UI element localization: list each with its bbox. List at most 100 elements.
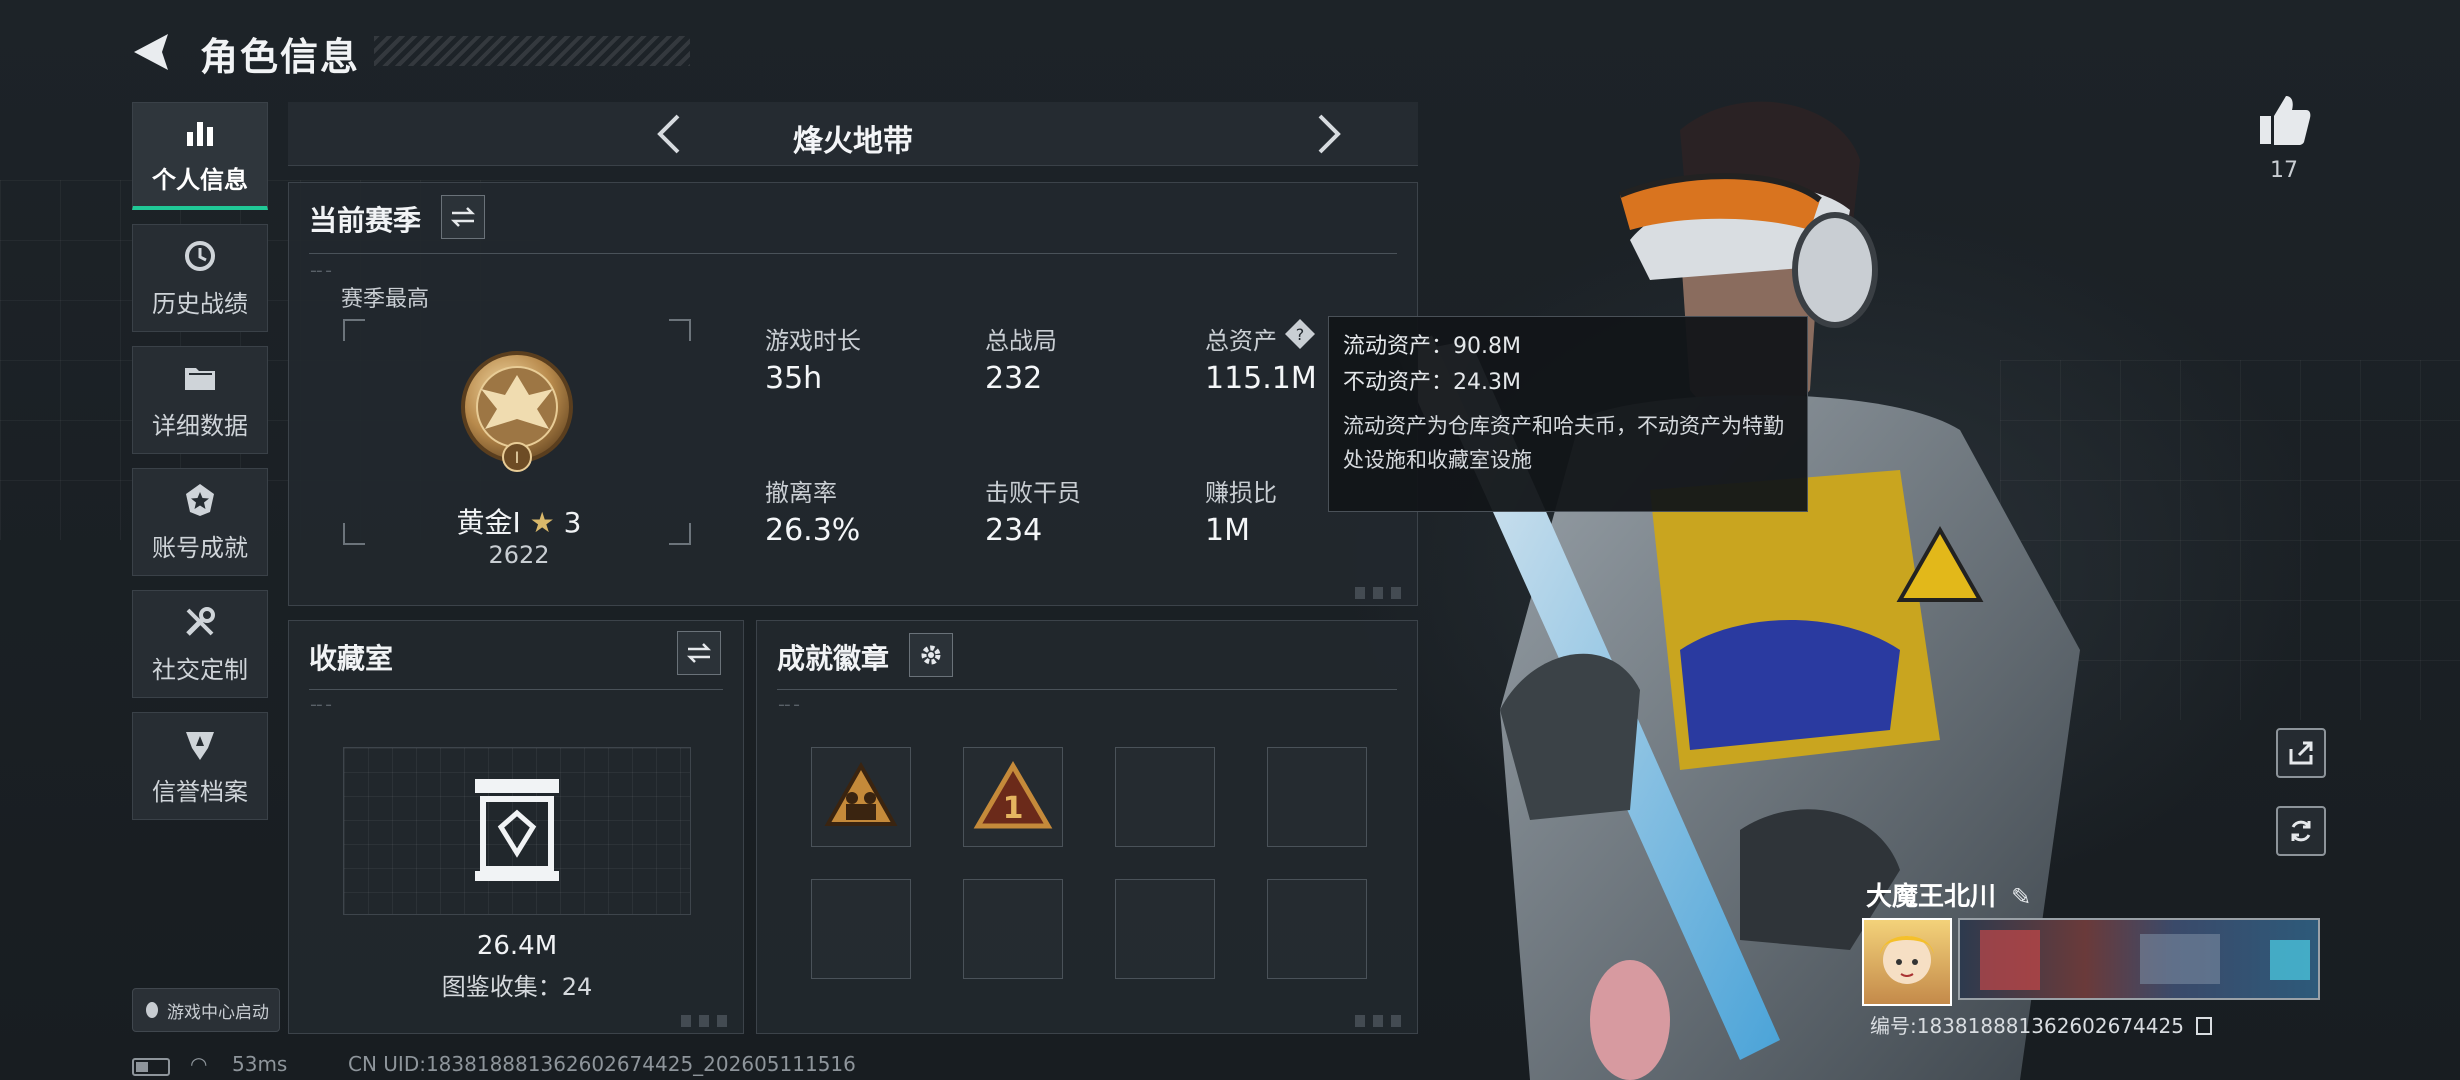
sidebar-item-label: 详细数据 [152,411,248,440]
badge-slot-empty[interactable] [1267,747,1367,847]
sidebar-item-label: 历史战绩 [152,289,248,318]
uid-text: CN UID:18381888136260267442​5_2026051115… [348,1052,856,1076]
stat-label: 总战局 [985,327,1057,355]
badge-slot[interactable] [811,747,911,847]
collection-panel-title: 收藏室 [309,642,394,675]
season-switch-button[interactable] [441,195,485,239]
thumbs-up-icon[interactable] [2256,92,2312,148]
sidebar-item-detailed-data[interactable]: 详细数据 [132,346,268,454]
stat-label: 总资产 [1205,327,1277,355]
divider [309,689,723,690]
star-icon: ★ [529,506,555,539]
qq-penguin-icon [146,1002,158,1018]
corner-decoration [681,1015,735,1027]
stat-value: 234 [985,513,1043,548]
rank-stars: 3 [563,506,582,539]
stat-label: 游戏时长 [765,327,861,355]
banner-decoration [2140,934,2220,984]
first-place-badge-icon: 1 [973,761,1053,829]
badge-slot[interactable]: 1 [963,747,1063,847]
wifi-icon: ◠ [190,1052,208,1076]
svg-text:?: ? [1296,325,1305,344]
corner-decoration [1355,587,1409,599]
edit-pencil-icon[interactable]: ✎ [2011,883,2031,911]
ping-value: 53ms [232,1052,288,1076]
squad-badge-icon [824,761,898,826]
stat-label: 赚损比 [1205,479,1277,507]
swap-arrows-icon [450,207,476,227]
stat-value: 232 [985,361,1043,396]
decoration-text: ━━ ━ [311,267,332,276]
badge-slot-empty[interactable] [811,879,911,979]
refresh-button[interactable] [2276,806,2326,856]
player-id-row: 编号:18381888136260267442​5 [1870,1010,2213,1039]
badge-slot-empty[interactable] [963,879,1063,979]
corner-decoration [1355,1015,1409,1027]
bar-chart-icon [187,122,213,146]
decoration-text: ━━ ━ [779,701,800,710]
gear-icon [921,645,941,665]
chevron-right-icon[interactable] [1304,110,1352,158]
season-panel-title: 当前赛季 [309,204,422,237]
likes-count: 17 [2270,158,2298,183]
game-mode-selector: 烽火地带 [288,102,1418,166]
page-title: 角色信息 [200,35,361,79]
tooltip-fixed-assets: 不动资产：24.3M [1343,370,1521,395]
tooltip-liquid-assets: 流动资产：90.8M [1343,334,1521,359]
stat-value: 26.3% [765,513,861,548]
collection-value: 26.4M [476,931,558,961]
status-bar: ◠ 53ms CN UID:18381888136260267442​5_202… [132,1052,1932,1080]
page-header: 角色信息 [128,20,690,80]
refresh-icon [2291,820,2311,842]
divider [777,689,1397,690]
rank-name-row: 黄金I ★ 3 [439,501,599,541]
collection-vault-icon [475,779,559,881]
tools-icon [186,606,215,636]
swap-arrows-icon [686,643,712,663]
sidebar-item-label: 信誉档案 [152,777,248,806]
sidebar-item-achievements[interactable]: 账号成就 [132,468,268,576]
back-arrow-icon[interactable] [128,28,176,76]
season-panel: 当前赛季 ━━ ━ 赛季最高 I 黄金I ★ 3 2622 游戏时长 35h 总… [288,182,1418,606]
rank-score: 2622 [488,541,550,569]
banner-decoration [1980,930,2040,990]
avatar-portrait-icon [1880,936,1934,984]
player-name-text: 大魔王北川 [1866,882,1997,912]
game-center-button[interactable]: 游戏中心启动 [132,988,280,1032]
shield-emblem-icon [186,731,214,760]
folder-icon [185,367,215,390]
season-high-label: 赛季最高 [341,287,430,312]
asset-tooltip: 流动资产：90.8M 不动资产：24.3M 流动资产为仓库资产和哈夫币，不动资产… [1328,316,1808,512]
collection-switch-button[interactable] [677,631,721,675]
badge-slot-empty[interactable] [1115,879,1215,979]
stat-label: 击败干员 [985,479,1081,507]
player-id: 编号:18381888136260267442​5 [1870,1014,2184,1038]
stat-value: 115.1M [1205,361,1317,396]
decoration-text: ━━ ━ [311,701,332,710]
rank-name: 黄金I [456,506,521,539]
help-icon[interactable]: ? [1283,317,1317,351]
badges-panel-title: 成就徽章 [777,642,890,675]
collection-panel: 收藏室 ━━ ━ 26.4M 图鉴收集：24 [288,620,744,1034]
catalog-count: 图鉴收集：24 [441,973,593,1001]
history-clock-icon [185,240,215,271]
svg-text:I: I [515,448,520,467]
achievement-star-icon [186,483,214,516]
stat-value: 1M [1205,513,1250,548]
badge-slot-empty[interactable] [1267,879,1367,979]
avatar[interactable] [1862,918,1952,1006]
sidebar-item-label: 账号成就 [152,533,248,562]
sidebar-item-personal-info[interactable]: 个人信息 [132,102,268,210]
share-button[interactable] [2276,728,2326,778]
sidebar-item-social[interactable]: 社交定制 [132,590,268,698]
player-name: 大魔王北川 ✎ [1866,876,2031,913]
sidebar-item-label: 个人信息 [152,166,248,194]
badges-settings-button[interactable] [909,633,953,677]
badge-slot-empty[interactable] [1115,747,1215,847]
sidebar-item-history[interactable]: 历史战绩 [132,224,268,332]
name-card-banner[interactable] [1958,918,2320,1000]
copy-icon[interactable] [2196,1017,2213,1035]
game-center-label: 游戏中心启动 [167,1002,269,1023]
sidebar-item-reputation[interactable]: 信誉档案 [132,712,268,820]
svg-text:1: 1 [1003,791,1024,826]
